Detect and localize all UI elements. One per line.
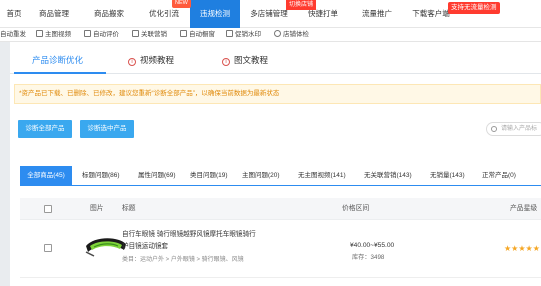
review-icon (84, 30, 91, 37)
content-tabs: 产品诊断优化 i 视频教程 i 图文教程 (10, 46, 541, 74)
column-stars: 产品星级 (510, 205, 538, 212)
info-icon: i (222, 58, 230, 66)
nav-traffic-promo[interactable]: 流量推广 (348, 0, 406, 28)
subnav-label: 促销水印 (235, 31, 261, 38)
subnav-label: 关联营销 (141, 31, 167, 38)
subnav-label: 自动橱窗 (189, 31, 215, 38)
main-panel: 产品诊断优化 i 视频教程 i 图文教程 *资产品已下载、已删除、已修改，建议您重新… (10, 42, 541, 286)
video-icon (36, 30, 43, 37)
watermark-icon (226, 30, 233, 37)
filter-all[interactable]: 全部商品(45) (20, 166, 72, 186)
search-placeholder: 请输入产品标 (501, 126, 538, 132)
refresh-notice: *资产品已下载、已删除、已修改，建议您重新“诊断全部产品”，以确保当前数据为最新… (14, 84, 541, 104)
active-tab-indicator (14, 72, 106, 74)
subnav-main-video[interactable]: 主图视频 (36, 28, 71, 42)
subnav-related-marketing[interactable]: 关联营销 (132, 28, 167, 42)
link-icon (132, 30, 139, 37)
column-image: 图片 (90, 205, 104, 212)
tab-product-diagnosis[interactable]: 产品诊断优化 (32, 54, 83, 74)
switch-store-badge[interactable]: 切换店铺 (286, 0, 317, 10)
subnav-promo-watermark[interactable]: 促销水印 (226, 28, 261, 42)
filter-no-main-video[interactable]: 无主图视频(141) (298, 166, 346, 186)
row-checkbox[interactable] (44, 244, 52, 252)
subnav-label: 店铺体检 (283, 31, 309, 38)
new-badge: NEW (172, 0, 191, 8)
filter-main-image-issues[interactable]: 主图问题(20) (242, 166, 280, 186)
left-sidebar-strip (0, 42, 10, 286)
filter-title-issues[interactable]: 标题问题(86) (82, 166, 120, 186)
search-icon (491, 126, 497, 132)
product-category: 类目：运动户外 > 户外眼镜 > 骑行眼镜、风镜 (122, 257, 244, 263)
subnav-auto-window[interactable]: 自动橱窗 (180, 28, 215, 42)
window-icon (180, 30, 187, 37)
nav-product-manage[interactable]: 商品管理 (28, 0, 80, 28)
select-all-checkbox[interactable] (44, 205, 52, 213)
nav-violation-check[interactable]: 违规检测 (190, 0, 240, 28)
filter-normal-products[interactable]: 正常产品(0) (482, 166, 516, 186)
filter-no-related-marketing[interactable]: 无关联营销(143) (364, 166, 412, 186)
table-row: 自行车眼镜 骑行眼镜越野风镜摩托车眼镜骑行 护目镜运动镜套 类目：运动户外 > … (20, 220, 541, 278)
filter-attribute-issues[interactable]: 属性问题(69) (138, 166, 176, 186)
product-stock: 库存：3498 (352, 254, 385, 261)
nav-home[interactable]: 首页 (0, 0, 28, 28)
subnav-auto-review[interactable]: 自动评价 (84, 28, 119, 42)
nav-product-move[interactable]: 商品搬家 (80, 0, 138, 28)
tab-label: 视频教程 (140, 55, 175, 65)
product-price-range: ¥40.00~¥55.00 (350, 242, 395, 249)
product-search-input[interactable]: 请输入产品标 (486, 122, 541, 136)
subnav-label: 自动重发 (0, 31, 26, 38)
tab-video-tutorial[interactable]: i 视频教程 (128, 54, 174, 74)
product-title-line1[interactable]: 自行车眼镜 骑行眼镜越野风镜摩托车眼镜骑行 (122, 228, 256, 238)
subnav-label: 自动评价 (93, 31, 119, 38)
filter-category-issues[interactable]: 类目问题(19) (190, 166, 228, 186)
tab-label: 图文教程 (234, 55, 269, 65)
product-title-line2[interactable]: 护目镜运动镜套 (122, 240, 168, 250)
product-star-rating: ★★★★★ (504, 244, 540, 253)
filter-no-sales[interactable]: 无销量(143) (430, 166, 465, 186)
checkup-icon (274, 30, 281, 37)
diagnose-selected-button[interactable]: 诊断选中产品 (80, 120, 134, 138)
subnav-auto-repost[interactable]: 自动重发 (0, 28, 26, 42)
column-price: 价格区间 (342, 205, 370, 212)
issue-filter-tabs: 全部商品(45) 标题问题(86) 属性问题(69) 类目问题(19) 主图问题… (20, 166, 541, 186)
tab-image-tutorial[interactable]: i 图文教程 (222, 54, 268, 74)
column-title: 标题 (122, 205, 136, 212)
info-icon: i (128, 58, 136, 66)
diagnose-all-button[interactable]: 诊断全部产品 (18, 120, 72, 138)
no-traffic-check-badge: 支持无流量检测 (448, 2, 500, 14)
table-header: 图片 标题 价格区间 产品星级 (20, 198, 541, 220)
subnav-label: 主图视频 (45, 31, 71, 38)
sub-toolbar: 自动重发 主图视频 自动评价 关联营销 自动橱窗 促销水印 店铺体检 (0, 28, 541, 42)
subnav-store-checkup[interactable]: 店铺体检 (274, 28, 309, 42)
top-nav: 首页 商品管理 商品搬家 优化引流 违规检测 多店铺管理 快捷打单 流量推广 下… (0, 0, 541, 28)
